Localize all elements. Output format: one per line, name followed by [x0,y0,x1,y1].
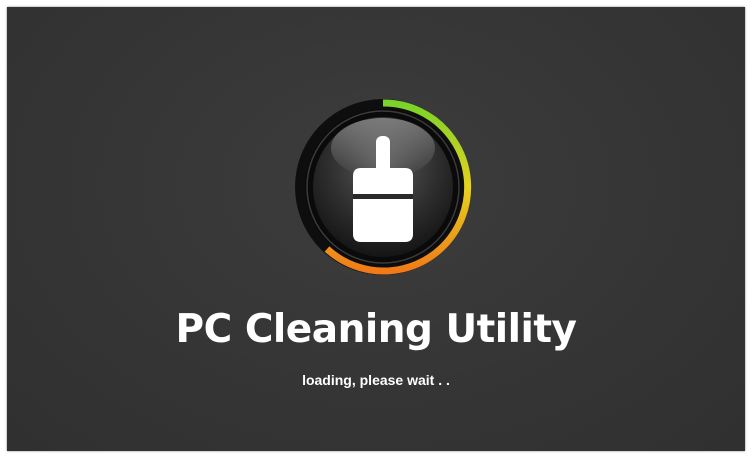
loading-status: loading, please wait . . [302,372,450,388]
app-logo [292,96,474,278]
splash-screen: PC Cleaning Utility loading, please wait… [7,7,745,451]
app-title: PC Cleaning Utility [175,307,577,352]
